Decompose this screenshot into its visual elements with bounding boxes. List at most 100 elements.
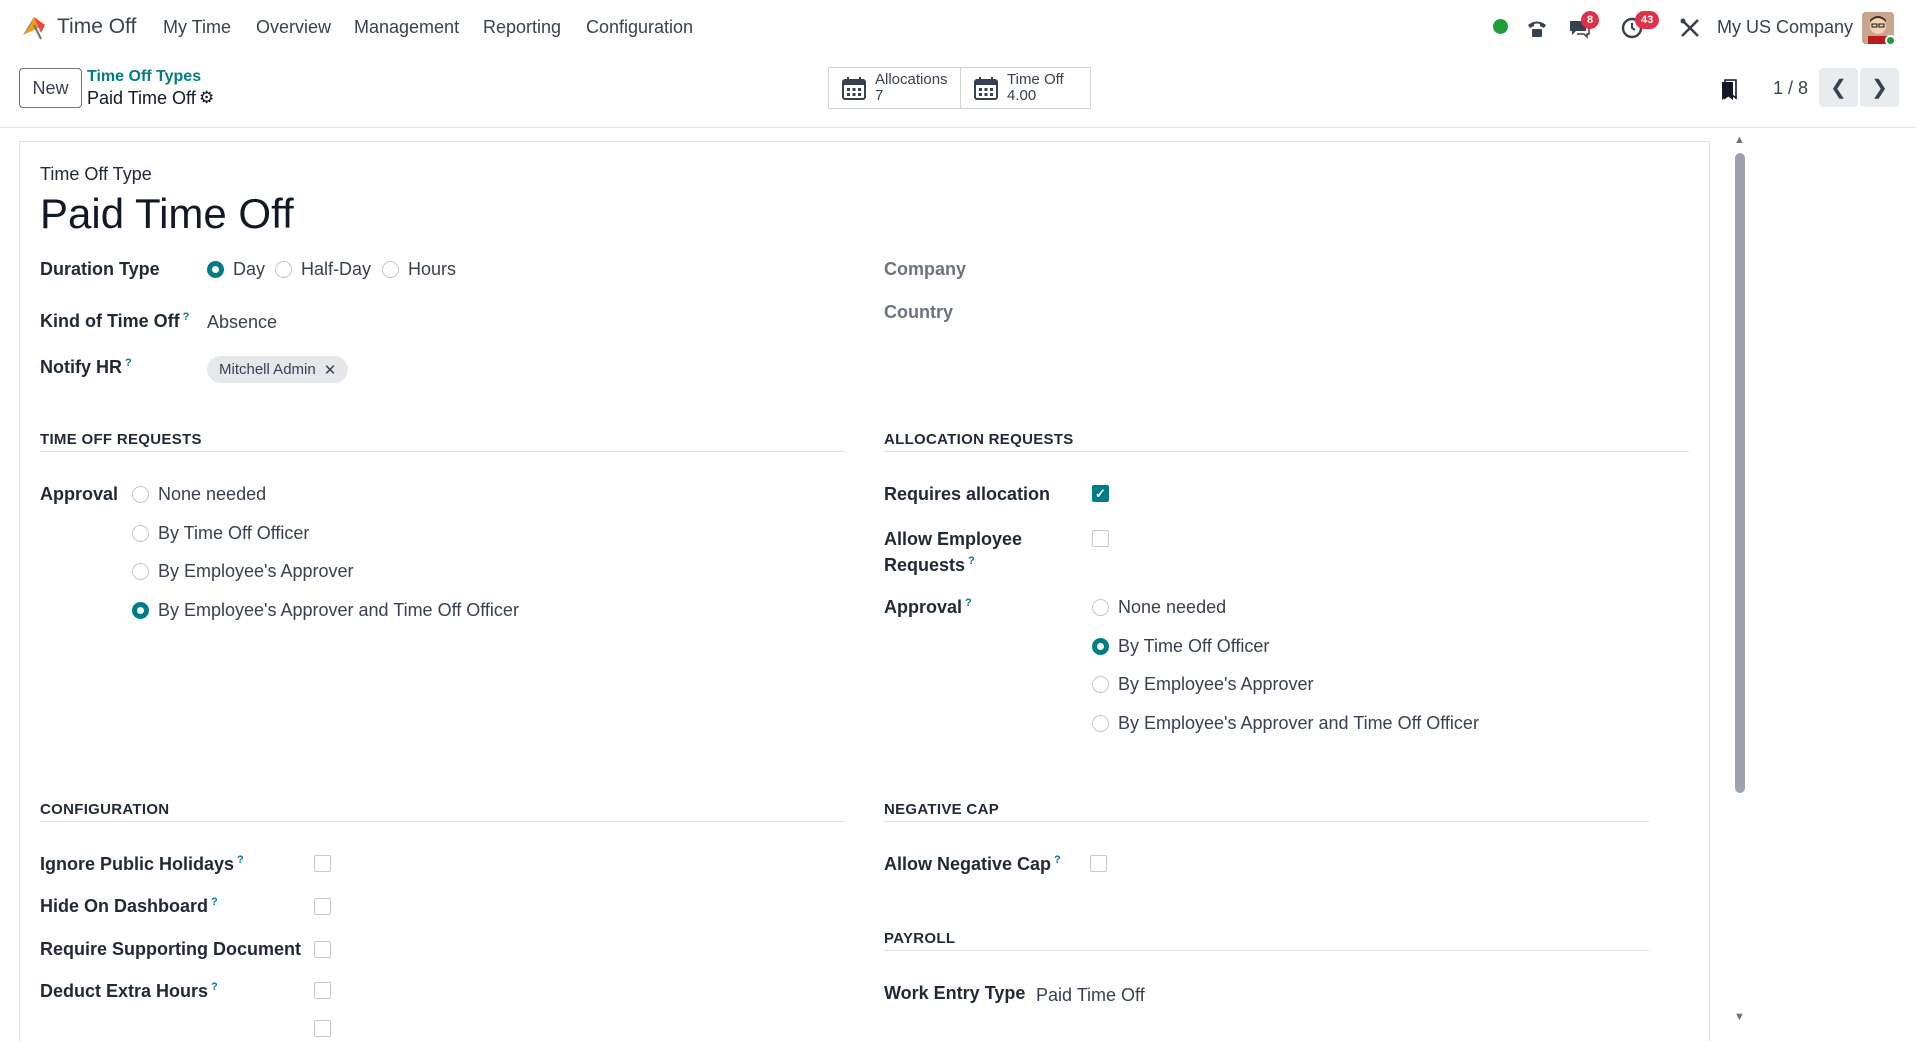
help-icon[interactable]: ? <box>968 555 975 567</box>
tor-approval-officer-radio[interactable] <box>132 525 149 542</box>
app-logo-icon[interactable] <box>19 13 49 43</box>
kind-of-time-off-text: Kind of Time Off <box>40 311 180 331</box>
remove-tag-icon[interactable]: ✕ <box>324 361 337 379</box>
company-switcher[interactable]: My US Company <box>1717 17 1853 38</box>
section-divider <box>884 950 1649 951</box>
allow-negative-cap-label: Allow Negative Cap? <box>884 854 1061 875</box>
record-title[interactable]: Paid Time Off <box>40 190 294 238</box>
require-supporting-document-checkbox[interactable] <box>314 941 331 958</box>
allocations-smart-button[interactable]: Allocations 7 <box>828 67 961 109</box>
deduct-extra-hours-text: Deduct Extra Hours <box>40 981 209 1001</box>
duration-hours-label: Hours <box>408 259 457 279</box>
duration-day-label: Day <box>233 259 266 279</box>
hide-on-dashboard-checkbox[interactable] <box>314 898 331 915</box>
gear-icon[interactable]: ⚙ <box>199 88 214 108</box>
menu-overview[interactable]: Overview <box>256 17 331 38</box>
ignore-public-holidays-checkbox[interactable] <box>314 855 331 872</box>
tor-approval-none-radio[interactable] <box>132 486 149 503</box>
phone-icon[interactable] <box>1522 13 1552 43</box>
configuration-title: CONFIGURATION <box>40 801 170 818</box>
notify-hr-text: Notify HR <box>40 357 122 377</box>
top-navbar: Time Off My Time Overview Management Rep… <box>0 0 1916 58</box>
scrollbar-thumb[interactable] <box>1735 153 1745 793</box>
alloc-approval-officer-radio[interactable] <box>1092 638 1109 655</box>
hide-on-dashboard-label: Hide On Dashboard? <box>40 896 218 917</box>
help-icon[interactable]: ? <box>211 896 218 908</box>
requires-allocation-checkbox[interactable]: ✓ <box>1092 485 1109 502</box>
menu-my-time[interactable]: My Time <box>163 17 231 38</box>
tor-approval-approver-radio[interactable] <box>132 563 149 580</box>
pager-next-button[interactable]: ❯ <box>1860 68 1899 107</box>
time-off-label: Time Off <box>1007 71 1064 88</box>
kind-of-time-off-value[interactable]: Absence <box>207 312 277 333</box>
control-panel: New Time Off Types Paid Time Off ⚙ Alloc… <box>0 58 1916 128</box>
tor-approval-officer-label: By Time Off Officer <box>158 523 310 543</box>
require-supporting-document-label: Require Supporting Document <box>40 939 301 959</box>
allow-negative-cap-text: Allow Negative Cap <box>884 854 1052 874</box>
activities-badge: 43 <box>1635 11 1660 29</box>
menu-reporting[interactable]: Reporting <box>483 17 561 38</box>
duration-half-day-radio[interactable] <box>275 261 292 278</box>
deduct-extra-hours-checkbox[interactable] <box>314 982 331 999</box>
section-divider <box>884 821 1649 822</box>
time-off-requests-title: TIME OFF REQUESTS <box>40 431 202 448</box>
bookmark-icon[interactable] <box>1719 78 1739 105</box>
form-sheet <box>19 141 1710 1041</box>
help-icon[interactable]: ? <box>183 311 190 323</box>
menu-configuration[interactable]: Configuration <box>586 17 693 38</box>
help-icon[interactable]: ? <box>125 357 132 369</box>
menu-management[interactable]: Management <box>354 17 459 38</box>
allow-negative-cap-checkbox[interactable] <box>1090 855 1107 872</box>
messages-badge: 8 <box>1581 11 1600 29</box>
duration-day-radio[interactable] <box>207 261 224 278</box>
scroll-up-icon[interactable]: ▲ <box>1734 134 1745 146</box>
next-field-checkbox[interactable] <box>314 1020 331 1037</box>
allocation-requests-title: ALLOCATION REQUESTS <box>884 431 1074 448</box>
tools-icon[interactable] <box>1675 13 1705 43</box>
pager-value[interactable]: 1 / 8 <box>1773 78 1808 99</box>
allocations-label: Allocations <box>875 71 948 88</box>
deduct-extra-hours-label: Deduct Extra Hours? <box>40 981 218 1002</box>
time-off-smart-button[interactable]: Time Off 4.00 <box>960 67 1091 109</box>
work-entry-type-value[interactable]: Paid Time Off <box>1036 985 1145 1006</box>
help-icon[interactable]: ? <box>237 854 244 866</box>
ignore-public-holidays-label: Ignore Public Holidays? <box>40 854 244 875</box>
alloc-approval-officer-label: By Time Off Officer <box>1118 636 1270 656</box>
chevron-left-icon: ❮ <box>1830 77 1847 99</box>
alloc-approval-none-radio[interactable] <box>1092 599 1109 616</box>
alloc-approval-label: Approval? <box>884 597 972 618</box>
tor-approval-label: Approval <box>40 484 119 504</box>
tor-approval-none-label: None needed <box>158 484 267 504</box>
section-divider <box>40 821 845 822</box>
allow-employee-requests-checkbox[interactable] <box>1092 530 1109 547</box>
alloc-approval-text: Approval <box>884 597 963 617</box>
online-dot-icon <box>1885 35 1896 46</box>
tag-label: Mitchell Admin <box>219 361 316 378</box>
app-name[interactable]: Time Off <box>57 15 136 39</box>
payroll-title: PAYROLL <box>884 930 956 947</box>
alloc-approval-both-radio[interactable] <box>1092 715 1109 732</box>
duration-hours-radio[interactable] <box>382 261 399 278</box>
tor-approval-both-radio[interactable] <box>132 602 149 619</box>
scroll-down-icon[interactable]: ▼ <box>1734 1011 1745 1023</box>
breadcrumb-parent[interactable]: Time Off Types <box>87 68 201 86</box>
help-icon[interactable]: ? <box>1054 854 1061 866</box>
help-icon[interactable]: ? <box>211 981 218 993</box>
company-label: Company <box>884 259 967 279</box>
time-off-value: 4.00 <box>1007 87 1037 104</box>
section-divider <box>40 451 845 452</box>
help-icon[interactable]: ? <box>965 597 972 609</box>
section-divider <box>884 451 1689 452</box>
new-button[interactable]: New <box>19 68 82 108</box>
negative-cap-title: NEGATIVE CAP <box>884 801 1000 818</box>
presence-status-icon[interactable] <box>1493 19 1508 34</box>
country-label: Country <box>884 302 953 322</box>
notify-hr-label: Notify HR? <box>40 357 132 378</box>
allow-employee-requests-label-2: Requests? <box>884 555 975 576</box>
tor-approval-approver-label: By Employee's Approver <box>158 561 354 581</box>
alloc-approval-approver-radio[interactable] <box>1092 676 1109 693</box>
pager-previous-button[interactable]: ❮ <box>1819 68 1858 107</box>
alloc-approval-approver-label: By Employee's Approver <box>1118 674 1314 694</box>
calendar-icon <box>974 77 998 100</box>
duration-type-label: Duration Type <box>40 259 160 279</box>
